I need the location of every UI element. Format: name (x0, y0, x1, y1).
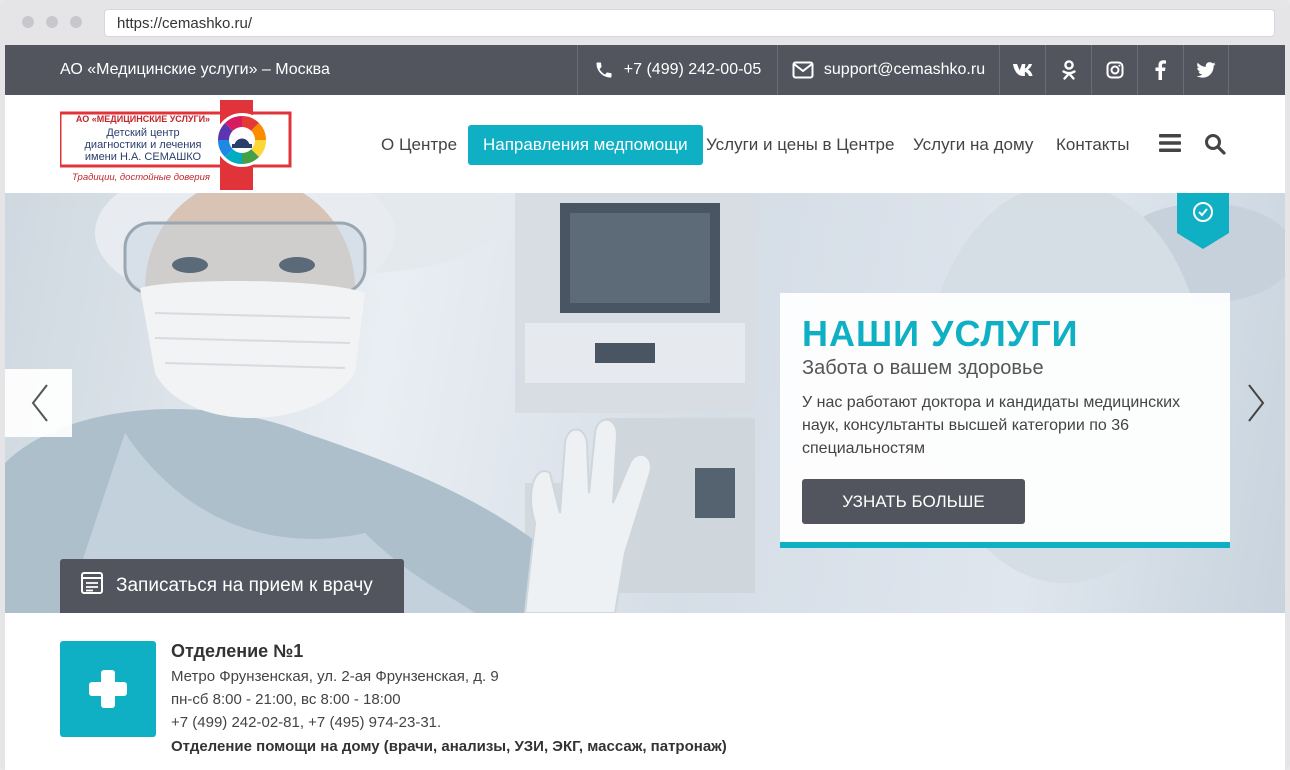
logo-slogan: Традиции, достойные доверия (72, 172, 210, 183)
phone-link[interactable]: +7 (499) 242-00-05 (577, 45, 777, 95)
window-maximize-dot[interactable] (70, 16, 82, 28)
logo-line-2: диагностики и лечения (84, 139, 202, 151)
vk-icon (1012, 63, 1034, 77)
clipboard-icon (80, 571, 104, 601)
nav-about[interactable]: О Центре (366, 125, 472, 165)
branch-phones: +7 (499) 242-02-81, +7 (495) 974-23-31. (171, 714, 442, 731)
ok-link[interactable] (1045, 45, 1091, 95)
nav-directions[interactable]: Направления медпомощи (468, 125, 703, 165)
hero-slider: НАШИ УСЛУГИ Забота о вашем здоровье У на… (5, 193, 1285, 613)
vk-link[interactable] (999, 45, 1045, 95)
browser-chrome: https://cemashko.ru/ (0, 0, 1290, 44)
nav-services-center[interactable]: Услуги и цены в Центре (691, 125, 909, 165)
logo-line-3: имени Н.А. СЕМАШКО (84, 151, 202, 163)
slider-next-button[interactable] (1235, 369, 1275, 437)
branch-tile[interactable] (60, 641, 156, 737)
instagram-icon (1106, 61, 1124, 79)
site-header: АО «МЕДИЦИНСКИЕ УСЛУГИ» Детский центр ди… (5, 95, 1285, 193)
site-logo[interactable]: АО «МЕДИЦИНСКИЕ УСЛУГИ» Детский центр ди… (58, 100, 295, 190)
web-page: АО «Медицинские услуги» – Москва +7 (499… (5, 45, 1285, 770)
plus-icon (89, 670, 127, 708)
hero-card: НАШИ УСЛУГИ Забота о вашем здоровье У на… (780, 293, 1230, 548)
window-close-dot[interactable] (22, 16, 34, 28)
top-bar: АО «Медицинские услуги» – Москва +7 (499… (5, 45, 1285, 95)
appointment-button[interactable]: Записаться на прием к врачу (60, 559, 404, 613)
logo-line-1: Детский центр (106, 127, 180, 139)
menu-icon[interactable] (1159, 133, 1181, 158)
nav-home-services[interactable]: Услуги на дому (898, 125, 1048, 165)
chevron-right-icon (1248, 384, 1265, 422)
branch-address: Метро Фрунзенская, ул. 2-ая Фрунзенская,… (171, 668, 499, 685)
nav-contacts[interactable]: Контакты (1041, 125, 1144, 165)
hero-title: НАШИ УСЛУГИ (802, 313, 1079, 354)
branch-info: Отделение №1 Метро Фрунзенская, ул. 2-ая… (5, 613, 1285, 770)
clock-badge[interactable] (1177, 193, 1229, 249)
hero-subtitle: Забота о вашем здоровье (802, 357, 1044, 379)
browser-window: https://cemashko.ru/ АО «Медицинские усл… (0, 0, 1290, 770)
branch-hours: пн-сб 8:00 - 21:00, вс 8:00 - 18:00 (171, 691, 401, 708)
phone-number: +7 (499) 242-00-05 (623, 61, 762, 78)
hero-description: У нас работают доктора и кандидаты медиц… (802, 394, 1181, 457)
appointment-label: Записаться на прием к врачу (116, 575, 373, 596)
mail-icon (792, 61, 814, 79)
facebook-link[interactable] (1137, 45, 1183, 95)
facebook-icon (1155, 60, 1166, 80)
window-minimize-dot[interactable] (46, 16, 58, 28)
twitter-link[interactable] (1183, 45, 1229, 95)
org-name: АО «Медицинские услуги» – Москва (60, 61, 330, 78)
search-icon[interactable] (1204, 133, 1226, 160)
odnoklassniki-icon (1061, 59, 1077, 81)
twitter-icon (1196, 62, 1216, 78)
email-address: support@cemashko.ru (823, 61, 986, 78)
phone-icon (594, 60, 614, 80)
chevron-left-icon (31, 384, 48, 422)
instagram-link[interactable] (1091, 45, 1137, 95)
home-care-department[interactable]: Отделение помощи на дому (врачи, анализы… (171, 738, 727, 755)
learn-more-button[interactable]: УЗНАТЬ БОЛЬШЕ (802, 479, 1025, 524)
branch-title[interactable]: Отделение №1 (171, 641, 303, 662)
address-bar[interactable]: https://cemashko.ru/ (104, 9, 1275, 37)
slider-prev-button[interactable] (5, 369, 72, 437)
logo-org-text: АО «МЕДИЦИНСКИЕ УСЛУГИ» (75, 114, 211, 124)
email-link[interactable]: support@cemashko.ru (777, 45, 999, 95)
